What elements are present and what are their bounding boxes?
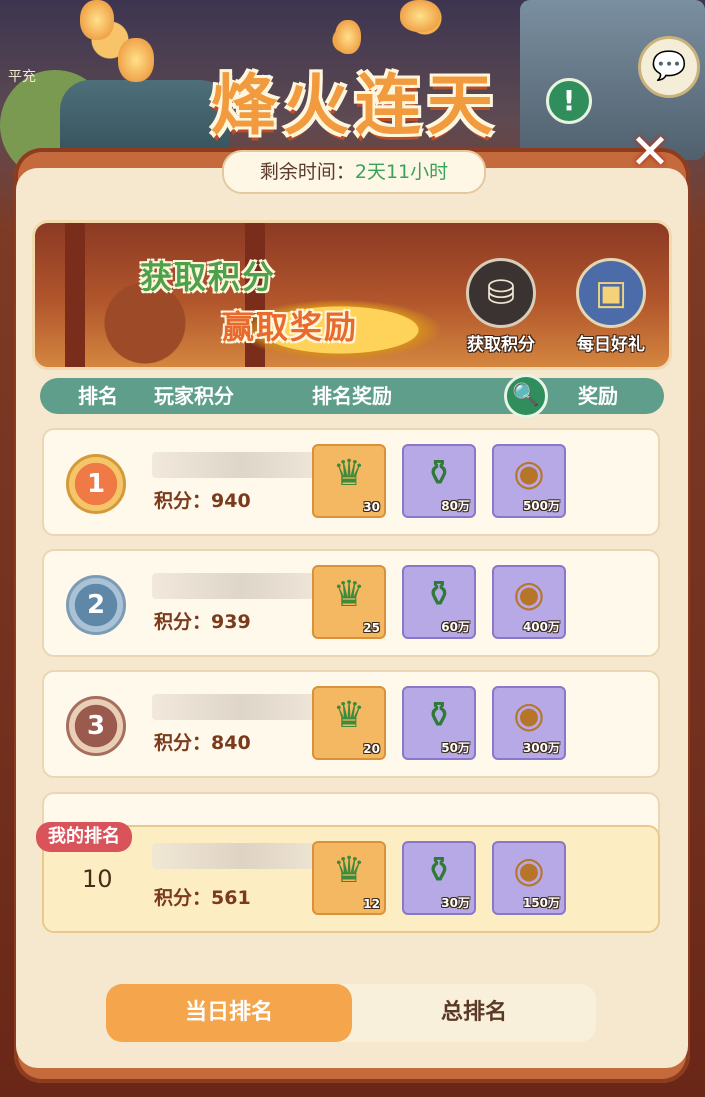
table-row: 2 积分：939 ♛ 25 ⚱ 60万 ◉ 400万 bbox=[42, 549, 660, 657]
jade-dragon-icon: ♛ bbox=[332, 850, 366, 891]
green-bottle-icon: ⚱ bbox=[423, 453, 455, 494]
reward-quantity: 300万 bbox=[522, 741, 560, 755]
pillar-decoration bbox=[65, 223, 85, 367]
my-rank-number: 10 bbox=[82, 865, 113, 893]
slogan-earn-points: 获取积分 bbox=[140, 258, 277, 296]
coin-stack-icon: ⛁ bbox=[466, 258, 536, 328]
lantern-icon bbox=[80, 0, 114, 40]
event-title: 烽火连天 bbox=[211, 67, 499, 144]
timer-label: 剩余时间： bbox=[259, 161, 355, 183]
player-score: 积分：939 bbox=[154, 611, 251, 633]
daily-gift-button[interactable]: ▣ 每日好礼 bbox=[566, 258, 656, 355]
timer-value: 2天11小时 bbox=[354, 161, 449, 183]
lantern-icon bbox=[335, 20, 361, 54]
tab-daily-ranking[interactable]: 当日排名 bbox=[106, 984, 352, 1042]
rank-medal-bronze: 3 bbox=[66, 696, 126, 756]
reward-quantity: 500万 bbox=[522, 499, 560, 513]
reward-item[interactable]: ♛ 20 bbox=[312, 686, 386, 760]
reward-item[interactable]: ◉ 400万 bbox=[492, 565, 566, 639]
reward-item[interactable]: ♛ 30 bbox=[312, 444, 386, 518]
rank-medal-silver: 2 bbox=[66, 575, 126, 635]
chat-bubbles-icon[interactable]: 💬 bbox=[638, 36, 700, 98]
header-player-score: 玩家积分 bbox=[154, 384, 234, 408]
treasure-chest-icon: ▣ bbox=[576, 258, 646, 328]
reward-quantity: 12 bbox=[363, 897, 380, 911]
reward-item[interactable]: ⚱ 50万 bbox=[402, 686, 476, 760]
reward-item[interactable]: ⚱ 60万 bbox=[402, 565, 476, 639]
lantern-icon bbox=[400, 0, 440, 32]
jade-dragon-icon: ♛ bbox=[332, 574, 366, 615]
header-rank: 排名 bbox=[78, 384, 118, 408]
player-name-blurred bbox=[152, 452, 332, 478]
earn-points-label: 获取积分 bbox=[467, 335, 535, 355]
slogan-win-rewards: 赢取奖励 bbox=[222, 308, 359, 346]
reward-quantity: 150万 bbox=[522, 896, 560, 910]
reward-item[interactable]: ⚱ 30万 bbox=[402, 841, 476, 915]
reward-quantity: 30万 bbox=[441, 896, 470, 910]
reward-item[interactable]: ⚱ 80万 bbox=[402, 444, 476, 518]
reward-item[interactable]: ♛ 25 bbox=[312, 565, 386, 639]
reward-item[interactable]: ◉ 300万 bbox=[492, 686, 566, 760]
reward-item[interactable]: ◉ 150万 bbox=[492, 841, 566, 915]
reward-quantity: 25 bbox=[363, 621, 380, 635]
reward-quantity: 60万 bbox=[441, 620, 470, 634]
player-score: 积分：840 bbox=[154, 732, 251, 754]
copper-coin-icon: ◉ bbox=[513, 574, 545, 615]
my-rank-tag: 我的排名 bbox=[36, 822, 132, 852]
player-name-blurred bbox=[152, 573, 332, 599]
copper-coin-icon: ◉ bbox=[513, 695, 545, 736]
reward-quantity: 50万 bbox=[441, 741, 470, 755]
table-row: 3 积分：840 ♛ 20 ⚱ 50万 ◉ 300万 bbox=[42, 670, 660, 778]
reward-item[interactable]: ◉ 500万 bbox=[492, 444, 566, 518]
player-name-blurred bbox=[152, 694, 332, 720]
remaining-time: 剩余时间：2天11小时 bbox=[222, 150, 486, 194]
close-icon[interactable]: ✕ bbox=[626, 128, 674, 178]
magnifier-icon[interactable]: 🔍 bbox=[504, 374, 548, 418]
earn-points-button[interactable]: ⛁ 获取积分 bbox=[456, 258, 546, 355]
my-score: 积分：561 bbox=[154, 887, 251, 909]
rank-medal-gold: 1 bbox=[66, 454, 126, 514]
jade-dragon-icon: ♛ bbox=[332, 453, 366, 494]
ranking-tabs: 当日排名 总排名 bbox=[106, 984, 596, 1042]
copper-coin-icon: ◉ bbox=[513, 453, 545, 494]
reward-quantity: 30 bbox=[363, 500, 380, 514]
daily-gift-label: 每日好礼 bbox=[577, 335, 645, 355]
jade-dragon-icon: ♛ bbox=[332, 695, 366, 736]
tab-total-ranking[interactable]: 总排名 bbox=[352, 984, 596, 1042]
green-bottle-icon: ⚱ bbox=[423, 574, 455, 615]
table-row: 1 积分：940 ♛ 30 ⚱ 80万 ◉ 500万 bbox=[42, 428, 660, 536]
copper-coin-icon: ◉ bbox=[513, 850, 545, 891]
reward-quantity: 80万 bbox=[441, 499, 470, 513]
player-score: 积分：940 bbox=[154, 490, 251, 512]
reward-quantity: 20 bbox=[363, 742, 380, 756]
green-bottle-icon: ⚱ bbox=[423, 850, 455, 891]
background-text: 平充 bbox=[8, 69, 36, 85]
player-name-blurred bbox=[152, 843, 332, 869]
table-header: 排名 玩家积分 排名奖励 奖励 bbox=[40, 378, 664, 414]
reward-item[interactable]: ♛ 12 bbox=[312, 841, 386, 915]
header-reward[interactable]: 奖励 bbox=[578, 378, 618, 414]
lantern-icon bbox=[118, 38, 154, 82]
my-rank-row: 10 积分：561 ♛ 12 ⚱ 30万 ◉ 150万 bbox=[42, 825, 660, 933]
reward-quantity: 400万 bbox=[522, 620, 560, 634]
header-rank-reward: 排名奖励 bbox=[312, 384, 392, 408]
green-bottle-icon: ⚱ bbox=[423, 695, 455, 736]
exclamation-icon[interactable]: ! bbox=[546, 78, 592, 124]
